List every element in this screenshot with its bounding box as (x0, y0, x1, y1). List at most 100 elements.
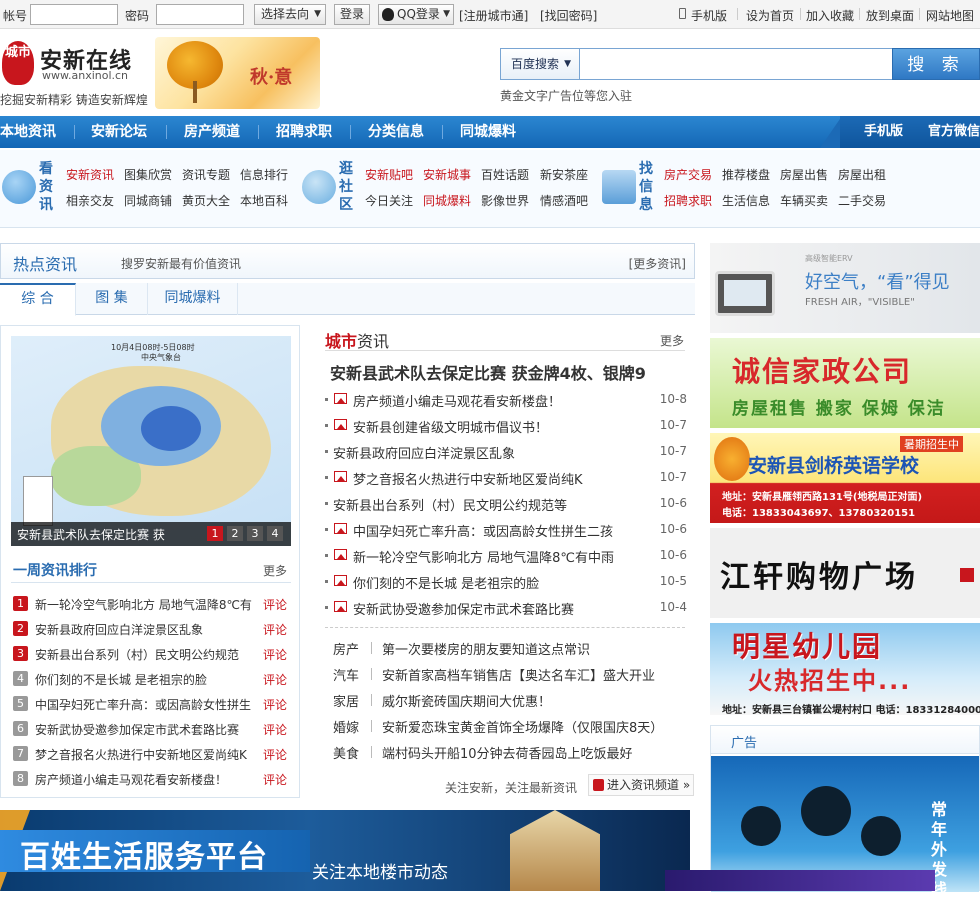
slideshow-caption-text[interactable]: 安新县武术队去保定比赛 获 (17, 526, 165, 543)
comment-link[interactable]: 评论 (263, 621, 287, 638)
headline-link[interactable]: 安新县武术队去保定比赛 获金牌4枚、银牌9 (330, 360, 685, 384)
enter-news-channel-button[interactable]: 进入资讯频道 » (588, 774, 694, 796)
slide-page-3[interactable]: 3 (247, 526, 263, 541)
ranking-link[interactable]: 梦之音报名火热进行中安新地区爱尚纯K (35, 746, 255, 763)
subnav-link[interactable]: 招聘求职 (664, 192, 712, 209)
category-label[interactable]: 婚嫁 (333, 717, 359, 736)
subnav-link[interactable]: 二手交易 (838, 192, 886, 209)
category-news-link[interactable]: 端村码头开船10分钟去荷香园岛上吃饭最好 (382, 743, 633, 762)
subnav-link[interactable]: 相亲交友 (66, 192, 114, 209)
destination-select[interactable]: 选择去向 ▼ (254, 4, 326, 25)
subnav-link[interactable]: 同城爆料 (423, 192, 471, 209)
ranking-link[interactable]: 新一轮冷空气影响北方 局地气温降8℃有 (35, 596, 255, 613)
nav-mobile[interactable]: 手机版 (864, 116, 903, 148)
tab-city-reports[interactable]: 同城爆料 (148, 283, 238, 315)
subnav-link[interactable]: 本地百科 (240, 192, 288, 209)
category-label[interactable]: 家居 (333, 691, 359, 710)
subnav-link[interactable]: 影像世界 (481, 192, 529, 209)
ranking-link[interactable]: 安新县政府回应白洋淀景区乱象 (35, 621, 255, 638)
nav-local-news[interactable]: 本地资讯 (0, 116, 56, 148)
news-link[interactable]: 你们刻的不是长城 是老祖宗的脸 (353, 573, 653, 592)
subnav-link[interactable]: 同城商铺 (124, 192, 172, 209)
tab-gallery[interactable]: 图 集 (76, 283, 148, 315)
ad-air-purifier[interactable]: 高级智能ERV 好空气，“看”得见 FRESH AIR，"VISIBLE" (710, 243, 980, 333)
category-news-link[interactable]: 威尔斯瓷砖国庆期间大优惠！ (382, 691, 551, 710)
news-link[interactable]: 安新武协受邀参加保定市武术套路比赛 (353, 599, 653, 618)
comment-link[interactable]: 评论 (263, 646, 287, 663)
subnav-link[interactable]: 情感酒吧 (540, 192, 588, 209)
ranking-link[interactable]: 房产频道小编走马观花看安新楼盘！ (35, 771, 255, 788)
subnav-link[interactable]: 生活信息 (722, 192, 770, 209)
news-link[interactable]: 安新县创建省级文明城市倡议书！ (353, 417, 653, 436)
subnav-link[interactable]: 房屋出租 (838, 166, 886, 183)
comment-link[interactable]: 评论 (263, 696, 287, 713)
mobile-link[interactable]: 手机版 (691, 7, 727, 24)
subnav-link[interactable]: 黄页大全 (182, 192, 230, 209)
ad-kindergarten[interactable]: 明星幼儿园 火热招生中... 地址：安新县三台镇崔公堤村村口 电话：183312… (710, 623, 980, 715)
ranking-link[interactable]: 安新县出台系列（村）民文明公约规范 (35, 646, 255, 663)
search-input[interactable] (579, 48, 893, 80)
news-link[interactable]: 中国孕妇死亡率升高：或因高龄女性拼生二孩 (353, 521, 653, 540)
news-link[interactable]: 安新县出台系列（村）民文明公约规范等 (333, 495, 653, 514)
comment-link[interactable]: 评论 (263, 596, 287, 613)
subnav-link[interactable]: 车辆买卖 (780, 192, 828, 209)
account-input[interactable] (30, 4, 118, 25)
text-ad-slot[interactable]: 黄金文字广告位等您入驻 (500, 87, 632, 104)
qq-login-button[interactable]: QQ登录 ▼ (378, 4, 454, 25)
ad-english-school[interactable]: 暑期招生中 安新县剑桥英语学校 地址：安新县雁翎西路131号(地税局正对面) 电… (710, 433, 980, 523)
set-homepage-link[interactable]: 设为首页 (746, 7, 794, 24)
subnav-link[interactable]: 安新城事 (423, 166, 471, 183)
subnav-link[interactable]: 今日关注 (365, 192, 413, 209)
ranking-link[interactable]: 安新武协受邀参加保定市武术套路比赛 (35, 721, 255, 738)
ranking-link[interactable]: 中国孕妇死亡率升高：或因高龄女性拼生 (35, 696, 255, 713)
subnav-link[interactable]: 房产交易 (664, 166, 712, 183)
subnav-link[interactable]: 推荐楼盘 (722, 166, 770, 183)
news-link[interactable]: 梦之音报名火热进行中安新地区爱尚纯K (353, 469, 653, 488)
sitemap-link[interactable]: 网站地图 (926, 7, 974, 24)
nav-jobs[interactable]: 招聘求职 (276, 116, 332, 148)
add-favorite-link[interactable]: 加入收藏 (806, 7, 854, 24)
slide-page-1[interactable]: 1 (207, 526, 223, 541)
comment-link[interactable]: 评论 (263, 721, 287, 738)
category-label[interactable]: 房产 (333, 639, 359, 658)
subnav-link[interactable]: 房屋出售 (780, 166, 828, 183)
subnav-link[interactable]: 安新资讯 (66, 166, 114, 183)
register-link[interactable]: [注册城市通] (459, 7, 528, 24)
city-more-link[interactable]: 更多 (660, 332, 684, 349)
subnav-link[interactable]: 信息排行 (240, 166, 288, 183)
news-link[interactable]: 房产频道小编走马观花看安新楼盘！ (353, 391, 653, 410)
tab-general[interactable]: 综 合 (0, 283, 76, 316)
category-news-link[interactable]: 安新爱恋珠宝黄金首饰全场爆降（仅限国庆8天） (382, 717, 663, 736)
subnav-link[interactable]: 安新贴吧 (365, 166, 413, 183)
nav-forum[interactable]: 安新论坛 (91, 116, 147, 148)
nav-city-reports[interactable]: 同城爆料 (460, 116, 516, 148)
subnav-link[interactable]: 百姓话题 (481, 166, 529, 183)
ranking-link[interactable]: 你们刻的不是长城 是老祖宗的脸 (35, 671, 255, 688)
category-news-link[interactable]: 第一次要楼房的朋友要知道这点常识 (382, 639, 590, 658)
search-button[interactable]: 搜 索 (892, 48, 980, 80)
site-logo[interactable]: 城市 安新在线 www.anxinol.cn 挖掘安新精彩 铸造安新辉煌 (0, 37, 150, 107)
weather-map-image[interactable]: 10月4日08时-5日08时 中央气象台 (11, 336, 291, 546)
category-news-link[interactable]: 安新首家高档车销售店【奥达名车汇】盛大开业 (382, 665, 655, 684)
comment-link[interactable]: 评论 (263, 746, 287, 763)
news-link[interactable]: 安新县政府回应白洋淀景区乱象 (333, 443, 653, 462)
comment-link[interactable]: 评论 (263, 771, 287, 788)
weekly-more-link[interactable]: 更多 (263, 562, 287, 579)
subnav-link[interactable]: 资讯专题 (182, 166, 230, 183)
news-link[interactable]: 新一轮冷空气影响北方 局地气温降8℃有中雨 (353, 547, 653, 566)
subnav-link[interactable]: 图集欣赏 (124, 166, 172, 183)
comment-link[interactable]: 评论 (263, 671, 287, 688)
password-input[interactable] (156, 4, 244, 25)
nav-wechat[interactable]: 官方微信 (928, 116, 980, 148)
category-label[interactable]: 汽车 (333, 665, 359, 684)
more-news-link[interactable]: [更多资讯] (629, 255, 686, 272)
bottom-banner[interactable]: 百姓生活服务平台 关注本地楼市动态 (0, 810, 690, 891)
search-engine-select[interactable]: 百度搜索 ▼ (500, 48, 580, 80)
nav-realestate[interactable]: 房产频道 (184, 116, 240, 148)
slide-page-4[interactable]: 4 (267, 526, 283, 541)
category-label[interactable]: 美食 (333, 743, 359, 762)
desktop-link[interactable]: 放到桌面 (866, 7, 914, 24)
login-button[interactable]: 登录 (334, 4, 370, 25)
nav-classifieds[interactable]: 分类信息 (368, 116, 424, 148)
subnav-link[interactable]: 新安茶座 (540, 166, 588, 183)
